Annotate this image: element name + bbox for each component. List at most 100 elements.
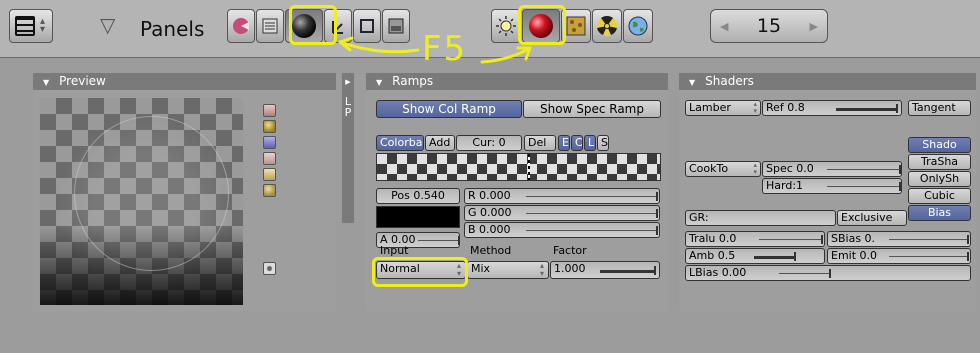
amb-slider-track	[754, 252, 796, 261]
highlight-shading-button	[289, 5, 337, 45]
interp-s-button[interactable]: S	[597, 135, 609, 151]
preview-sphere-button[interactable]	[263, 120, 276, 133]
preview-flat-button[interactable]	[263, 104, 276, 117]
chevron-updown-icon: ▴ ▾	[40, 16, 46, 35]
radiosity-buttons-button[interactable]	[592, 9, 622, 43]
tangent-toggle[interactable]: Tangent	[908, 100, 971, 116]
interp-l-button[interactable]: L	[584, 135, 596, 151]
shaders-panel-header[interactable]: ▼ Shaders	[679, 73, 976, 90]
lbias-slider-track	[779, 269, 831, 278]
factor-label: Factor	[553, 244, 587, 257]
alpha-slider-track	[418, 236, 460, 245]
buttons-window-header: ▴ ▾ ▽ Panels ◀ 15 ▶	[0, 0, 980, 58]
light-group-field[interactable]: GR:	[685, 210, 836, 226]
colorband-marker[interactable]	[528, 154, 530, 180]
updown-arrow-icon: ▴ ▾	[539, 261, 544, 278]
frame-increment-arrow[interactable]: ▶	[810, 20, 818, 33]
factor-value: 1.000	[554, 262, 586, 275]
world-buttons-button[interactable]	[623, 9, 653, 43]
bias-toggle[interactable]: Bias	[908, 205, 971, 221]
method-select[interactable]: Mix ▴ ▾	[467, 261, 549, 279]
diffuse-shader-value: Lamber	[689, 101, 731, 114]
panels-label: Panels	[140, 17, 205, 41]
method-select-value: Mix	[471, 262, 491, 275]
r-slider-track	[526, 192, 658, 201]
shaders-title: Shaders	[705, 74, 754, 88]
script-scroll-icon	[262, 18, 278, 34]
show-spec-ramp-button[interactable]: Show Spec Ramp	[523, 100, 661, 118]
emit-slider-track	[889, 252, 969, 261]
ramps-title: Ramps	[392, 74, 434, 88]
lamp-buttons-button[interactable]	[491, 9, 521, 43]
g-slider-track	[526, 209, 658, 218]
cubic-toggle[interactable]: Cubic	[908, 188, 971, 204]
b-slider-track	[526, 226, 658, 235]
lp-side-tab[interactable]: ▶ LP	[342, 73, 354, 223]
specular-shader-value: CookTo	[689, 162, 729, 175]
colorband-add-button[interactable]: Add	[425, 135, 455, 151]
window-type-menu[interactable]: ▴ ▾	[9, 9, 53, 43]
preview-refresh-button[interactable]	[263, 262, 276, 275]
preview-cube-button[interactable]	[263, 136, 276, 149]
collapse-triangle-icon: ▼	[689, 78, 696, 87]
ramps-panel: ▼ Ramps Show Col Ramp Show Spec Ramp Colo…	[366, 73, 668, 311]
colorband-pos-field[interactable]: Pos 0.540	[376, 188, 460, 204]
colorband-del-button[interactable]: Del	[524, 135, 556, 151]
editing-context-button[interactable]	[353, 9, 381, 43]
lp-tab-label: LP	[344, 95, 352, 119]
preview-hair-button[interactable]	[263, 168, 276, 181]
shadow-toggle[interactable]: Shado	[908, 137, 971, 153]
spec-slider-track	[827, 165, 901, 174]
shaders-panel: ▼ Shaders Lamber ▴ ▾ Ref 0.8 Tangent CookT…	[679, 73, 976, 311]
preview-monkey-button[interactable]	[263, 152, 276, 165]
show-col-ramp-button[interactable]: Show Col Ramp	[376, 100, 522, 118]
preview-panel-header[interactable]: ▼ Preview	[33, 73, 336, 90]
world-globe-icon	[628, 16, 648, 36]
editing-square-icon	[360, 19, 374, 33]
lp-tab-triangle-icon: ▶	[345, 78, 351, 86]
frame-decrement-arrow[interactable]: ◀	[720, 20, 728, 33]
interp-c-button[interactable]: C	[571, 135, 583, 151]
lamp-sun-icon	[496, 16, 516, 36]
scene-image-icon	[388, 18, 404, 34]
current-frame-value: 15	[756, 15, 782, 37]
preview-sphere-outline	[74, 116, 229, 271]
logic-pacman-icon	[233, 18, 249, 34]
script-context-button[interactable]	[256, 9, 284, 43]
texture-pattern-icon	[566, 16, 586, 36]
input-label: Input	[380, 244, 409, 257]
specular-shader-select[interactable]: CookTo ▴ ▾	[685, 161, 761, 177]
updown-arrow-icon: ▴ ▾	[753, 161, 757, 176]
sbias-slider-track	[889, 235, 969, 244]
tralu-slider-track	[759, 235, 823, 244]
diffuse-shader-select[interactable]: Lamber ▴ ▾	[685, 100, 761, 116]
collapse-header-icon[interactable]: ▽	[100, 13, 115, 37]
collapse-triangle-icon: ▼	[376, 78, 383, 87]
interp-e-button[interactable]: E	[558, 135, 570, 151]
preview-title: Preview	[59, 74, 106, 88]
radiosity-icon	[597, 16, 617, 36]
ref-slider-track	[836, 104, 898, 113]
colorband-color-swatch[interactable]	[376, 206, 460, 228]
colorband-button[interactable]: Colorban	[376, 135, 424, 151]
f5-annotation: F5	[422, 29, 468, 69]
current-frame-field[interactable]: ◀ 15 ▶	[710, 9, 828, 43]
window-type-icon	[15, 16, 35, 36]
method-label: Method	[470, 244, 512, 257]
only-shadow-toggle[interactable]: OnlySh	[908, 171, 971, 187]
highlight-material-button	[518, 5, 566, 45]
preview-panel: ▼ Preview	[33, 73, 336, 311]
scene-context-button[interactable]	[382, 9, 410, 43]
colorband-ramp-display[interactable]	[376, 153, 661, 181]
exclusive-toggle[interactable]: Exclusive	[837, 210, 907, 226]
factor-slider-track	[600, 266, 656, 275]
logic-context-button[interactable]	[227, 9, 255, 43]
highlight-input-select	[372, 257, 468, 287]
hard-slider-track	[827, 182, 901, 191]
updown-arrow-icon: ▴ ▾	[753, 100, 757, 115]
material-preview-image	[40, 98, 243, 305]
colorband-cur-field[interactable]: Cur: 0	[456, 135, 522, 151]
preview-sky-button[interactable]	[263, 184, 276, 197]
ramps-panel-header[interactable]: ▼ Ramps	[366, 73, 668, 90]
traceable-shadow-toggle[interactable]: TraSha	[908, 154, 971, 170]
